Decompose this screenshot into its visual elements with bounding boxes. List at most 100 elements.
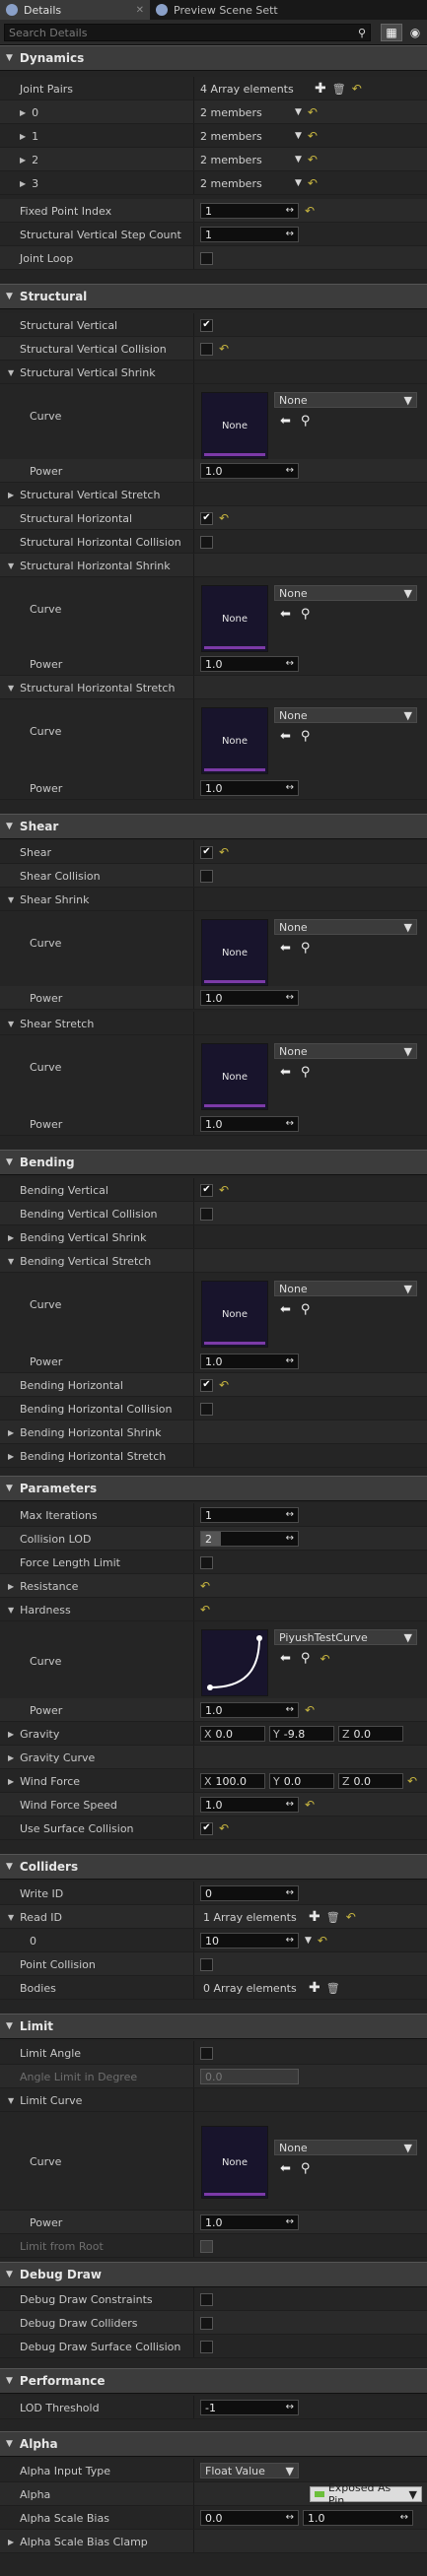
- curve-thumbnail[interactable]: None: [201, 2126, 268, 2199]
- shear-stretch-row[interactable]: ▼ Shear Stretch: [0, 1012, 427, 1035]
- fixed-point-index-input[interactable]: 1 ↔: [200, 203, 299, 219]
- reset-arrow-icon[interactable]: ↶: [219, 1183, 229, 1197]
- curve-thumbnail[interactable]: None: [201, 1043, 268, 1110]
- use-selected-arrow-icon[interactable]: ⬅: [280, 941, 291, 956]
- browse-search-icon[interactable]: ⚲: [301, 1065, 311, 1080]
- structural-horizontal-shrink-row[interactable]: ▼ Structural Horizontal Shrink: [0, 554, 427, 577]
- drag-grip-icon[interactable]: ↔: [286, 2512, 294, 2523]
- gravity-curve-row[interactable]: ▶ Gravity Curve: [0, 1746, 427, 1769]
- bending-horizontal-collision-checkbox[interactable]: [200, 1402, 213, 1416]
- drag-grip-icon[interactable]: ↔: [286, 992, 294, 1003]
- drag-grip-icon[interactable]: ↔: [286, 1533, 294, 1544]
- limit-curve-row[interactable]: ▼ Limit Curve: [0, 2088, 427, 2112]
- gravity-z-input[interactable]: Z 0.0: [338, 1726, 403, 1742]
- reset-arrow-icon[interactable]: ↶: [308, 129, 318, 143]
- curve-thumbnail[interactable]: None: [201, 707, 268, 774]
- category-alpha[interactable]: ▼ Alpha: [0, 2431, 427, 2457]
- category-debug-draw[interactable]: ▼ Debug Draw: [0, 2262, 427, 2287]
- shear-shrink-row[interactable]: ▼ Shear Shrink: [0, 888, 427, 911]
- collapse-arrow-icon[interactable]: ▼: [8, 2096, 14, 2105]
- joint-pair-row[interactable]: ▶ 1 2 members ▼ ↶: [0, 124, 427, 148]
- joint-loop-checkbox[interactable]: [200, 251, 213, 265]
- reset-arrow-icon[interactable]: ↶: [219, 845, 229, 859]
- use-surface-collision-checkbox[interactable]: ✔: [200, 1821, 213, 1835]
- reset-arrow-icon[interactable]: ↶: [219, 511, 229, 525]
- tab-preview-scene-settings[interactable]: Preview Scene Sett: [150, 0, 298, 20]
- drag-grip-icon[interactable]: ↔: [286, 1935, 294, 1946]
- power-input[interactable]: 1.0 ↔: [200, 656, 299, 672]
- curve-thumbnail[interactable]: None: [201, 392, 268, 459]
- gravity-y-input[interactable]: Y -9.8: [269, 1726, 334, 1742]
- hardness-curve-thumbnail[interactable]: [201, 1629, 268, 1696]
- drag-grip-icon[interactable]: ↔: [286, 2402, 294, 2412]
- bending-horizontal-shrink-row[interactable]: ▶ Bending Horizontal Shrink: [0, 1420, 427, 1444]
- curve-asset-dropdown[interactable]: None ▼: [274, 1281, 417, 1296]
- resistance-row[interactable]: ▶ Resistance ↶: [0, 1574, 427, 1598]
- browse-search-icon[interactable]: ⚲: [301, 941, 311, 956]
- step-count-input[interactable]: 1 ↔: [200, 227, 299, 242]
- power-input[interactable]: 1.0 ↔: [200, 1116, 299, 1132]
- expand-arrow-icon[interactable]: ▶: [8, 1428, 14, 1437]
- trash-icon[interactable]: 🗑: [326, 1982, 340, 1995]
- use-selected-arrow-icon[interactable]: ⬅: [280, 729, 291, 744]
- tab-details[interactable]: Details ✕: [0, 0, 150, 20]
- debug-draw-constraints-checkbox[interactable]: [200, 2292, 213, 2306]
- search-input[interactable]: Search Details ⚲: [4, 24, 371, 41]
- bending-vertical-collision-checkbox[interactable]: [200, 1207, 213, 1221]
- drag-grip-icon[interactable]: ↔: [286, 1118, 294, 1129]
- expand-arrow-icon[interactable]: ▶: [20, 156, 26, 165]
- point-collision-checkbox[interactable]: [200, 1957, 213, 1971]
- category-structural[interactable]: ▼ Structural: [0, 284, 427, 309]
- reset-arrow-icon[interactable]: ↶: [305, 1703, 315, 1717]
- expand-arrow-icon[interactable]: ▶: [20, 108, 26, 117]
- curve-asset-dropdown[interactable]: PiyushTestCurve ▼: [274, 1629, 417, 1645]
- chevron-down-icon[interactable]: ▼: [295, 178, 302, 188]
- browse-search-icon[interactable]: ⚲: [301, 2161, 311, 2176]
- drag-grip-icon[interactable]: ↔: [286, 658, 294, 669]
- category-colliders[interactable]: ▼ Colliders: [0, 1854, 427, 1880]
- structural-horizontal-collision-checkbox[interactable]: [200, 535, 213, 549]
- category-limit[interactable]: ▼ Limit: [0, 2014, 427, 2039]
- trash-icon[interactable]: 🗑: [326, 1911, 340, 1924]
- drag-grip-icon[interactable]: ↔: [286, 1704, 294, 1715]
- drag-grip-icon[interactable]: ↔: [286, 205, 294, 216]
- reset-arrow-icon[interactable]: ↶: [320, 1652, 329, 1666]
- close-icon[interactable]: ✕: [136, 5, 144, 16]
- hardness-row[interactable]: ▼ Hardness ↶: [0, 1598, 427, 1621]
- joint-pair-row[interactable]: ▶ 3 2 members ▼ ↶: [0, 171, 427, 195]
- debug-draw-surface-collision-checkbox[interactable]: [200, 2340, 213, 2353]
- expand-arrow-icon[interactable]: ▶: [8, 1582, 14, 1591]
- bending-horizontal-checkbox[interactable]: ✔: [200, 1378, 213, 1392]
- reset-arrow-icon[interactable]: ↶: [219, 1378, 229, 1392]
- structural-vertical-shrink-row[interactable]: ▼ Structural Vertical Shrink: [0, 361, 427, 384]
- view-options-icon[interactable]: ▦: [381, 24, 402, 41]
- bending-vertical-shrink-row[interactable]: ▶ Bending Vertical Shrink: [0, 1225, 427, 1249]
- category-shear[interactable]: ▼ Shear: [0, 814, 427, 839]
- browse-search-icon[interactable]: ⚲: [301, 1302, 311, 1317]
- reset-arrow-icon[interactable]: ↶: [200, 1603, 210, 1617]
- use-selected-arrow-icon[interactable]: ⬅: [280, 2161, 291, 2176]
- use-selected-arrow-icon[interactable]: ⬅: [280, 414, 291, 429]
- power-input[interactable]: 1.0 ↔: [200, 780, 299, 796]
- structural-vertical-collision-checkbox[interactable]: [200, 342, 213, 356]
- curve-asset-dropdown[interactable]: None ▼: [274, 585, 417, 601]
- category-parameters[interactable]: ▼ Parameters: [0, 1476, 427, 1501]
- curve-thumbnail[interactable]: None: [201, 585, 268, 652]
- use-selected-arrow-icon[interactable]: ⬅: [280, 607, 291, 622]
- reset-arrow-icon[interactable]: ↶: [305, 1798, 315, 1812]
- debug-draw-colliders-checkbox[interactable]: [200, 2316, 213, 2330]
- expand-arrow-icon[interactable]: ▶: [8, 2538, 14, 2546]
- collision-lod-slider[interactable]: 2 ↔: [200, 1531, 299, 1547]
- collapse-arrow-icon[interactable]: ▼: [8, 895, 14, 904]
- drag-grip-icon[interactable]: ↔: [400, 2512, 408, 2523]
- wind-force-row[interactable]: ▶ Wind Force X 100.0 Y 0.0 Z 0.0 ↶: [0, 1769, 427, 1793]
- add-icon[interactable]: ✚: [309, 1909, 320, 1925]
- joint-pair-row[interactable]: ▶ 2 2 members ▼ ↶: [0, 148, 427, 171]
- alpha-scale-bias-min-input[interactable]: 0.0 ↔: [200, 2510, 299, 2526]
- chevron-down-icon[interactable]: ▼: [305, 1936, 312, 1946]
- expand-arrow-icon[interactable]: ▶: [20, 179, 26, 188]
- use-selected-arrow-icon[interactable]: ⬅: [280, 1651, 291, 1666]
- drag-grip-icon[interactable]: ↔: [286, 229, 294, 239]
- drag-grip-icon[interactable]: ↔: [286, 465, 294, 476]
- browse-search-icon[interactable]: ⚲: [301, 607, 311, 622]
